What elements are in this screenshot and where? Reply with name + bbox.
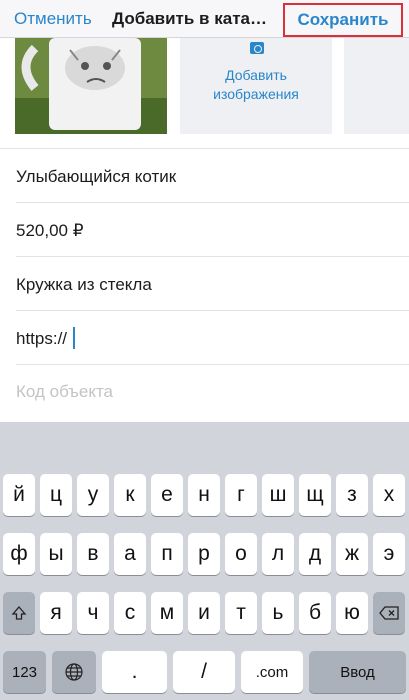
price-field[interactable]: 520,00 ₽ bbox=[0, 203, 409, 257]
navigation-bar: Отменить Добавить в ката… Сохранить bbox=[0, 0, 409, 38]
object-code-row bbox=[0, 365, 409, 419]
key[interactable]: ю bbox=[336, 592, 368, 634]
backspace-icon bbox=[379, 606, 399, 620]
key[interactable]: г bbox=[225, 474, 257, 516]
numbers-key[interactable]: 123 bbox=[3, 651, 46, 693]
page-title: Добавить в ката… bbox=[112, 9, 267, 28]
key[interactable]: и bbox=[188, 592, 220, 634]
enter-key[interactable]: Ввод bbox=[309, 651, 406, 693]
add-images-label: Добавить изображения bbox=[180, 66, 332, 104]
name-value: Улыбающийся котик bbox=[16, 167, 177, 186]
add-images-label-line2: изображения bbox=[213, 86, 299, 102]
key[interactable]: я bbox=[40, 592, 72, 634]
dot-key[interactable]: . bbox=[102, 651, 167, 693]
text-cursor bbox=[73, 327, 75, 349]
key[interactable]: т bbox=[225, 592, 257, 634]
keyboard: й ц у к е н г ш щ з х ф ы в а п р о л д … bbox=[0, 422, 409, 700]
backspace-key[interactable] bbox=[373, 592, 405, 634]
globe-key[interactable] bbox=[52, 651, 96, 693]
key[interactable]: е bbox=[151, 474, 183, 516]
key[interactable]: л bbox=[262, 533, 294, 575]
key[interactable]: м bbox=[151, 592, 183, 634]
product-photo[interactable] bbox=[15, 38, 167, 134]
key[interactable]: п bbox=[151, 533, 183, 575]
key[interactable]: в bbox=[77, 533, 109, 575]
key[interactable]: э bbox=[373, 533, 405, 575]
add-images-label-line1: Добавить bbox=[225, 67, 287, 83]
key[interactable]: й bbox=[3, 474, 35, 516]
globe-icon bbox=[65, 663, 83, 681]
key[interactable]: ы bbox=[40, 533, 72, 575]
key[interactable]: б bbox=[299, 592, 331, 634]
key[interactable]: у bbox=[77, 474, 109, 516]
price-value: 520,00 ₽ bbox=[16, 221, 84, 240]
key[interactable]: ш bbox=[262, 474, 294, 516]
key[interactable]: к bbox=[114, 474, 146, 516]
key[interactable]: ч bbox=[77, 592, 109, 634]
key[interactable]: ж bbox=[336, 533, 368, 575]
url-value: https:// bbox=[16, 329, 68, 348]
key[interactable]: щ bbox=[299, 474, 331, 516]
object-code-input[interactable] bbox=[16, 379, 386, 405]
shift-key[interactable] bbox=[3, 592, 35, 634]
images-strip: Добавить изображения bbox=[0, 38, 409, 143]
key[interactable]: ц bbox=[40, 474, 72, 516]
cancel-button[interactable]: Отменить bbox=[14, 9, 92, 29]
save-button[interactable]: Сохранить bbox=[283, 3, 403, 37]
name-field[interactable]: Улыбающийся котик bbox=[0, 149, 409, 203]
key[interactable]: о bbox=[225, 533, 257, 575]
key[interactable]: н bbox=[188, 474, 220, 516]
url-field[interactable]: https:// bbox=[0, 311, 409, 365]
key[interactable]: с bbox=[114, 592, 146, 634]
description-field[interactable]: Кружка из стекла bbox=[0, 257, 409, 311]
add-images-button[interactable]: Добавить изображения bbox=[180, 38, 332, 134]
key[interactable]: ь bbox=[262, 592, 294, 634]
key[interactable]: р bbox=[188, 533, 220, 575]
description-value: Кружка из стекла bbox=[16, 275, 152, 294]
key[interactable]: з bbox=[336, 474, 368, 516]
camera-icon bbox=[250, 42, 264, 54]
key[interactable]: х bbox=[373, 474, 405, 516]
key[interactable]: а bbox=[114, 533, 146, 575]
key[interactable]: ф bbox=[3, 533, 35, 575]
image-slot[interactable] bbox=[344, 38, 409, 134]
slash-key[interactable]: / bbox=[173, 651, 235, 693]
shift-icon bbox=[11, 606, 27, 620]
key[interactable]: д bbox=[299, 533, 331, 575]
com-key[interactable]: .com bbox=[241, 651, 303, 693]
mug-image bbox=[15, 38, 167, 134]
